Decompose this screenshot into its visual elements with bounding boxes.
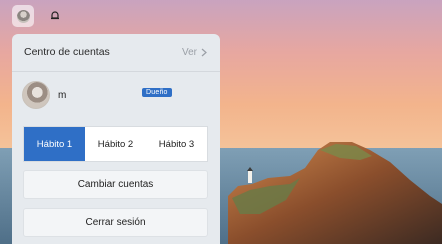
sign-out-button[interactable]: Cerrar sesión (23, 208, 208, 237)
owner-badge: Dueño (142, 88, 172, 97)
avatar-icon (16, 9, 30, 23)
notifications-button[interactable] (44, 5, 66, 27)
view-link-label: Ver (181, 46, 197, 58)
avatar-button[interactable] (12, 5, 34, 27)
tab-habit-2[interactable]: Hábito 2 (85, 127, 146, 161)
divider (12, 71, 220, 72)
account-center-panel: Centro de cuentas Ver m Dueño Hábito 1 H… (12, 34, 220, 244)
user-avatar (22, 81, 50, 109)
tab-habit-3[interactable]: Hábito 3 (146, 127, 207, 161)
top-bar (0, 0, 442, 32)
panel-title: Centro de cuentas (24, 46, 110, 58)
switch-accounts-button[interactable]: Cambiar cuentas (23, 170, 208, 199)
bell-icon (51, 11, 59, 20)
view-link[interactable]: Ver (182, 47, 207, 58)
user-name: m (58, 89, 67, 101)
user-row: m Dueño (22, 80, 212, 110)
panel-header: Centro de cuentas Ver (12, 34, 220, 70)
chevron-right-icon (201, 48, 207, 56)
tab-habit-1[interactable]: Hábito 1 (24, 127, 85, 161)
habit-tabs: Hábito 1 Hábito 2 Hábito 3 (23, 126, 208, 162)
